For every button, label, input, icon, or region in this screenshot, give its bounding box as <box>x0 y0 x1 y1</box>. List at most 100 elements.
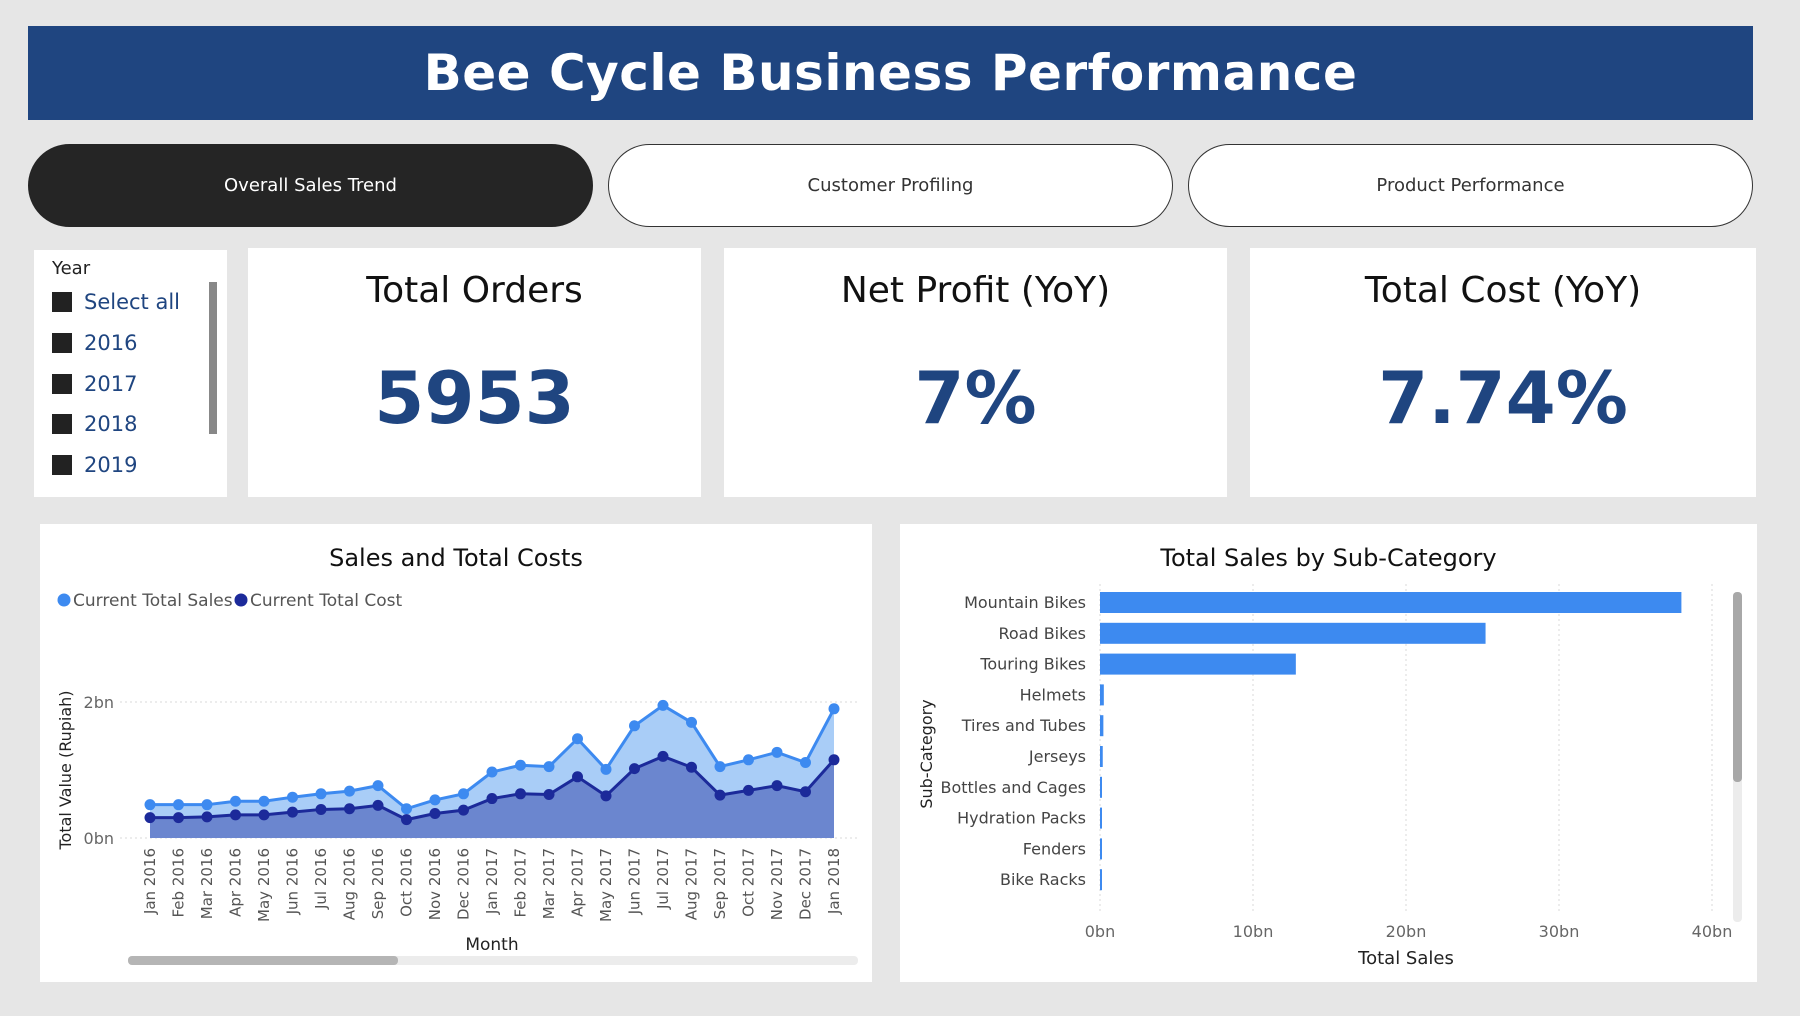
cost-point[interactable] <box>543 788 555 800</box>
sales-point[interactable] <box>201 799 213 811</box>
cost-point[interactable] <box>315 803 327 815</box>
cost-point[interactable] <box>486 793 498 805</box>
sales-point[interactable] <box>743 754 754 766</box>
tab-customer-profiling[interactable]: Customer Profiling <box>608 144 1173 227</box>
sales-point[interactable] <box>144 799 156 811</box>
y-axis-title: Total Value (Rupiah) <box>56 690 75 850</box>
year-slicer: Year Select all 2016 2017 2018 2019 <box>34 250 227 497</box>
sales-point[interactable] <box>458 788 469 800</box>
sales-point[interactable] <box>800 757 811 769</box>
cost-point[interactable] <box>429 808 441 820</box>
cost-point[interactable] <box>173 812 184 824</box>
x-tick-label: May 2016 <box>255 848 273 922</box>
tab-overall-sales-trend[interactable]: Overall Sales Trend <box>28 144 593 227</box>
y-tick-label: Mountain Bikes <box>964 593 1086 612</box>
sales-point[interactable] <box>828 703 840 715</box>
sales-point[interactable] <box>315 788 327 800</box>
sales-point[interactable] <box>600 763 612 775</box>
y-tick-label: 2bn <box>84 693 114 712</box>
kpi-value: 7.74% <box>1378 356 1628 440</box>
sales-point[interactable] <box>629 720 640 732</box>
slicer-item-2018[interactable]: 2018 <box>52 412 137 436</box>
x-tick-label: Aug 2016 <box>341 848 359 920</box>
cost-point[interactable] <box>458 804 469 816</box>
x-tick-label: Feb 2017 <box>512 848 530 918</box>
cost-point[interactable] <box>201 811 213 823</box>
sales-point[interactable] <box>686 716 697 728</box>
slicer-item-2016[interactable]: 2016 <box>52 331 137 355</box>
cost-point[interactable] <box>714 789 726 801</box>
cost-point[interactable] <box>287 806 298 818</box>
bar[interactable] <box>1100 807 1102 829</box>
cost-point[interactable] <box>258 809 270 821</box>
sales-point[interactable] <box>657 699 669 711</box>
cost-point[interactable] <box>743 784 754 796</box>
slicer-item-select-all[interactable]: Select all <box>52 290 180 314</box>
sales-point[interactable] <box>714 761 726 773</box>
slicer-item-label: 2018 <box>84 412 138 436</box>
sales-point[interactable] <box>230 795 241 807</box>
cost-point[interactable] <box>344 803 355 815</box>
cost-point[interactable] <box>572 771 583 783</box>
checkbox[interactable] <box>52 414 72 434</box>
cost-point[interactable] <box>657 750 669 762</box>
x-tick-label: Jan 2016 <box>141 848 159 915</box>
cost-point[interactable] <box>372 799 384 811</box>
cost-point[interactable] <box>144 812 156 824</box>
sales-point[interactable] <box>429 794 441 806</box>
sales-point[interactable] <box>572 733 583 745</box>
checkbox[interactable] <box>52 333 72 353</box>
sales-point[interactable] <box>771 746 783 758</box>
y-tick-label: Tires and Tubes <box>961 716 1086 735</box>
bar[interactable] <box>1100 869 1102 891</box>
checkbox[interactable] <box>52 374 72 394</box>
slicer-item-label: 2016 <box>84 331 138 355</box>
cost-point[interactable] <box>800 786 811 798</box>
cost-point[interactable] <box>629 763 640 775</box>
sales-point[interactable] <box>258 795 270 807</box>
slicer-scrollbar[interactable] <box>209 282 217 434</box>
checkbox[interactable] <box>52 292 72 312</box>
cost-point[interactable] <box>515 788 526 800</box>
slicer-item-label: 2019 <box>84 453 138 477</box>
bar[interactable] <box>1100 622 1486 644</box>
bar[interactable] <box>1100 684 1104 706</box>
cost-point[interactable] <box>828 754 840 766</box>
sales-point[interactable] <box>543 761 555 773</box>
legend-marker <box>234 593 248 607</box>
bar[interactable] <box>1100 653 1296 675</box>
x-tick-label: Dec 2017 <box>797 848 815 920</box>
cost-point[interactable] <box>600 790 612 802</box>
slicer-item-2019[interactable]: 2019 <box>52 453 137 477</box>
x-tick-label: Jan 2018 <box>825 848 843 915</box>
sales-point[interactable] <box>401 803 412 815</box>
sales-point[interactable] <box>486 766 498 778</box>
y-tick-label: Hydration Packs <box>957 809 1086 828</box>
sales-point[interactable] <box>173 799 184 811</box>
sales-point[interactable] <box>372 780 384 792</box>
sales-point[interactable] <box>515 759 526 771</box>
x-tick-label: Dec 2016 <box>455 848 473 920</box>
cost-point[interactable] <box>686 761 697 773</box>
x-tick-label: Feb 2016 <box>170 848 188 918</box>
x-tick-label: Jun 2017 <box>626 848 644 915</box>
sales-point[interactable] <box>344 785 355 797</box>
checkbox[interactable] <box>52 455 72 475</box>
bar[interactable] <box>1100 746 1103 767</box>
bar[interactable] <box>1100 838 1102 860</box>
x-tick-label: Mar 2017 <box>540 848 558 919</box>
bar[interactable] <box>1100 592 1682 613</box>
legend-label: Current Total Cost <box>250 591 402 611</box>
chart-scrollbar-thumb[interactable] <box>1733 592 1742 782</box>
cost-point[interactable] <box>230 809 241 821</box>
sales-point[interactable] <box>287 791 298 803</box>
tab-product-performance[interactable]: Product Performance <box>1188 144 1753 227</box>
cost-point[interactable] <box>771 780 783 792</box>
subcategory-bar-chart: 0bn 10bn 20bn 30bn 40bn Mountain Bikes Road Bi… <box>917 584 1742 969</box>
bar[interactable] <box>1100 776 1102 798</box>
cost-point[interactable] <box>401 814 412 826</box>
x-tick-label: Oct 2017 <box>740 848 758 917</box>
slicer-item-2017[interactable]: 2017 <box>52 372 137 396</box>
bar[interactable] <box>1100 715 1104 737</box>
chart-scrollbar-thumb[interactable] <box>128 956 398 965</box>
